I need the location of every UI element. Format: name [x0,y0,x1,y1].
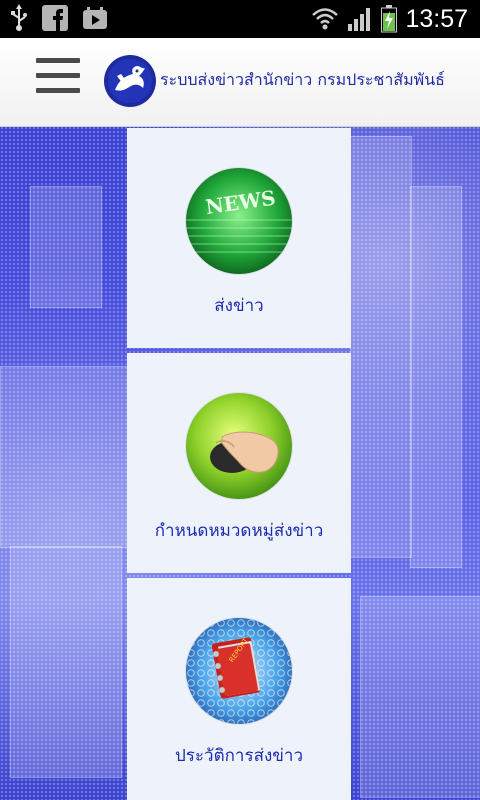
battery-charging-icon [381,5,398,33]
hamburger-menu-icon[interactable] [36,58,82,104]
play-store-icon [83,7,107,29]
mouse-hand-icon [186,393,292,499]
menu-card-news-categories[interactable]: กำหนดหมวดหมู่ส่งข่าว [127,353,351,573]
news-icon: NEWS [186,168,292,274]
department-logo-icon [104,55,156,107]
usb-icon [11,4,27,31]
menu-card-news-history[interactable]: REPORT ประวัติการส่งข่าว [127,578,351,800]
system-icons: 13:57 [311,4,468,34]
app-screen: 13:57 ระบบส่งข่าวสำนักข่าว กรมประชาสัมพั… [0,0,480,800]
wifi-icon [312,8,339,30]
menu-label-news-categories: กำหนดหมวดหมู่ส่งข่าว [154,521,324,541]
status-clock: 13:57 [405,5,468,33]
facebook-icon [42,5,68,31]
report-book-icon: REPORT [186,618,292,724]
menu-label-news-history: ประวัติการส่งข่าว [175,746,303,766]
app-header: ระบบส่งข่าวสำนักข่าว กรมประชาสัมพันธ์ [0,38,480,127]
signal-icon [348,8,371,31]
menu-label-send-news: ส่งข่าว [214,296,264,316]
menu-card-send-news[interactable]: NEWS ส่งข่าว [127,128,351,348]
status-bar: 13:57 [0,0,480,38]
app-title: ระบบส่งข่าวสำนักข่าว กรมประชาสัมพันธ์ [160,70,445,89]
notification-icons [10,4,108,32]
